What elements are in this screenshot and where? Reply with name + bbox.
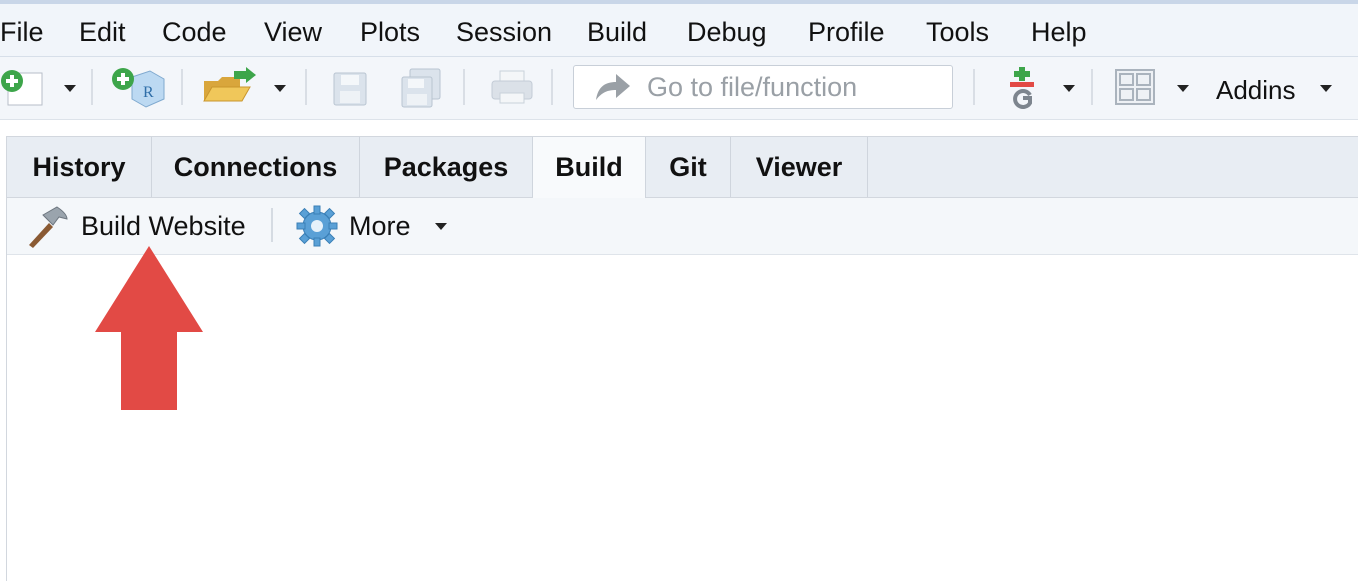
git-dropdown-icon[interactable] [1063, 85, 1075, 92]
main-toolbar: R Go to file/function Addins [0, 57, 1358, 120]
git-icon [1010, 67, 1034, 109]
menu-tools[interactable]: Tools [926, 16, 989, 48]
menu-view[interactable]: View [264, 16, 322, 48]
new-file-dropdown-icon[interactable] [64, 85, 76, 92]
new-file-button[interactable] [0, 67, 46, 107]
toolbar-separator [91, 69, 93, 105]
open-file-button[interactable] [200, 67, 260, 107]
addins-menu[interactable]: Addins [1216, 75, 1296, 105]
tab-viewer[interactable]: Viewer [731, 137, 868, 197]
print-button[interactable] [488, 67, 536, 107]
build-website-label: Build Website [81, 211, 246, 241]
print-icon [491, 70, 533, 104]
save-icon [333, 72, 367, 106]
tab-history[interactable]: History [7, 137, 152, 197]
gear-icon [296, 205, 338, 247]
pane-layout-button[interactable] [1113, 67, 1157, 107]
save-all-icon [401, 68, 441, 108]
menu-help[interactable]: Help [1031, 16, 1087, 48]
toolbar-separator [973, 69, 975, 105]
menu-build[interactable]: Build [587, 16, 647, 48]
new-file-icon [1, 70, 43, 106]
tab-git[interactable]: Git [646, 137, 731, 197]
addins-dropdown-icon[interactable] [1320, 85, 1332, 92]
hammer-icon [29, 206, 68, 248]
build-toolbar: Build Website More [7, 198, 1358, 255]
menu-bar: File Edit Code View Plots Session Build … [0, 4, 1358, 57]
toolbar-separator [181, 69, 183, 105]
menu-edit[interactable]: Edit [79, 16, 126, 48]
build-pane: History Connections Packages Build Git V… [6, 136, 1358, 581]
menu-debug[interactable]: Debug [687, 16, 767, 48]
git-button[interactable] [1004, 65, 1040, 111]
more-menu-button[interactable]: More [295, 198, 455, 254]
toolbar-separator [271, 208, 273, 242]
toolbar-separator [551, 69, 553, 105]
go-to-placeholder: Go to file/function [647, 72, 858, 102]
tab-build[interactable]: Build [533, 137, 646, 198]
tab-connections[interactable]: Connections [152, 137, 360, 197]
go-to-arrow-icon [596, 74, 630, 100]
menu-session[interactable]: Session [456, 16, 552, 48]
pane-tab-bar: History Connections Packages Build Git V… [7, 137, 1358, 198]
menu-plots[interactable]: Plots [360, 16, 420, 48]
menu-profile[interactable]: Profile [808, 16, 885, 48]
more-dropdown-icon [435, 223, 447, 230]
new-project-button[interactable]: R [110, 65, 166, 109]
tab-packages[interactable]: Packages [360, 137, 533, 197]
svg-text:R: R [143, 84, 154, 101]
toolbar-separator [463, 69, 465, 105]
more-label: More [349, 211, 411, 241]
save-button[interactable] [330, 69, 370, 109]
new-project-icon: R [112, 68, 165, 108]
toolbar-separator [305, 69, 307, 105]
open-file-icon [203, 67, 256, 102]
pane-layout-icon [1115, 69, 1155, 105]
go-to-file-function-input[interactable]: Go to file/function [573, 65, 953, 109]
annotation-up-arrow [95, 246, 203, 410]
save-all-button[interactable] [398, 65, 444, 109]
menu-file[interactable]: File [0, 16, 44, 48]
menu-code[interactable]: Code [162, 16, 227, 48]
pane-layout-dropdown-icon[interactable] [1177, 85, 1189, 92]
toolbar-separator [1091, 69, 1093, 105]
open-file-dropdown-icon[interactable] [274, 85, 286, 92]
